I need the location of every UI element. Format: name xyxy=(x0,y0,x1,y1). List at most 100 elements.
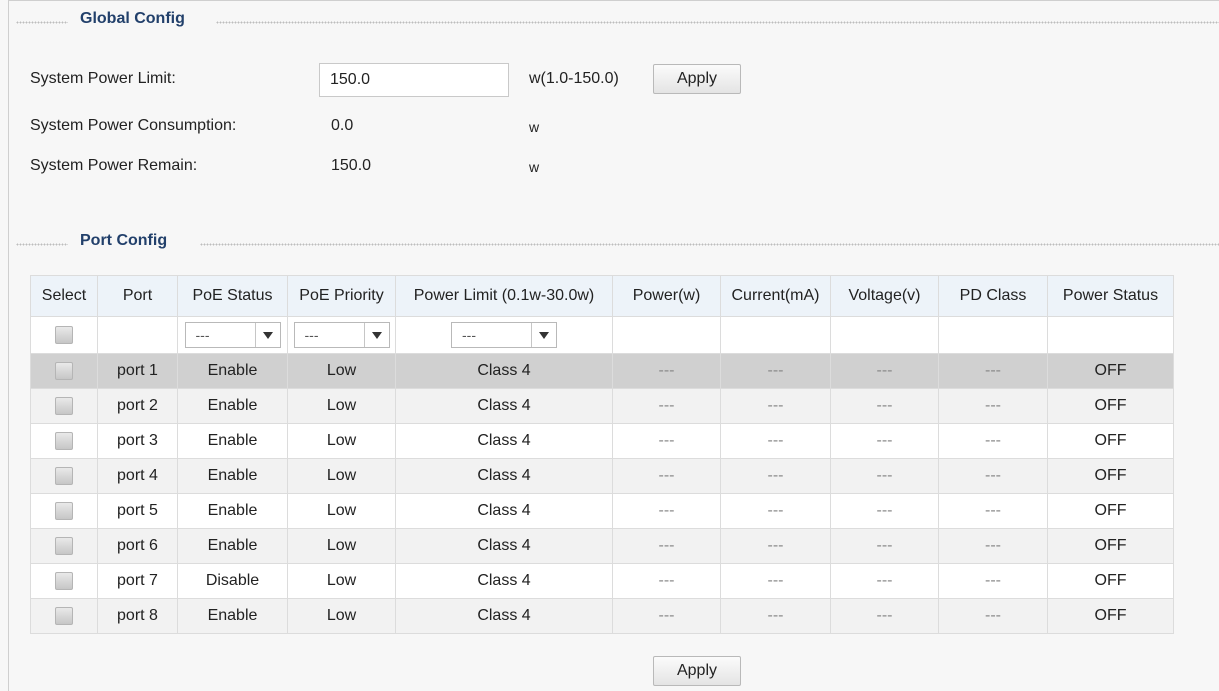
row-select-cell xyxy=(30,493,98,529)
cell-port: port 7 xyxy=(97,563,178,599)
cell-power-limit: Class 4 xyxy=(395,458,613,494)
row-select-checkbox[interactable] xyxy=(55,501,73,520)
cell-priority: Low xyxy=(287,528,396,564)
system-power-limit-label: System Power Limit: xyxy=(30,70,176,87)
global-config-header: Global Config xyxy=(8,10,1219,34)
system-power-consumption-label: System Power Consumption: xyxy=(30,117,237,134)
cell-pd-class: --- xyxy=(938,563,1048,599)
cell-priority: Low xyxy=(287,353,396,389)
cell-priority: Low xyxy=(287,458,396,494)
cell-current: --- xyxy=(720,388,831,424)
cell-port: port 4 xyxy=(97,458,178,494)
cell-pd-class: --- xyxy=(938,353,1048,389)
cell-poe-status: Enable xyxy=(177,528,288,564)
port-apply-button[interactable]: Apply xyxy=(653,656,741,686)
filter-cell-empty xyxy=(612,316,721,354)
table-row[interactable]: port 3 Enable Low Class 4 --- --- --- --- OFF xyxy=(30,423,1174,459)
cell-power-status: OFF xyxy=(1047,563,1174,599)
remain-unit: w xyxy=(529,159,540,175)
global-config-title: Global Config xyxy=(80,10,185,27)
cell-voltage: --- xyxy=(830,598,939,634)
cell-power: --- xyxy=(612,528,721,564)
cell-voltage: --- xyxy=(830,493,939,529)
filter-cell-empty xyxy=(97,316,178,354)
row-select-checkbox[interactable] xyxy=(55,361,73,380)
cell-port: port 3 xyxy=(97,423,178,459)
system-power-limit-input[interactable] xyxy=(319,63,509,97)
chevron-down-icon xyxy=(254,323,280,347)
cell-power-status: OFF xyxy=(1047,493,1174,529)
cell-pd-class: --- xyxy=(938,598,1048,634)
cell-power-status: OFF xyxy=(1047,458,1174,494)
table-row[interactable]: port 2 Enable Low Class 4 --- --- --- --- OFF xyxy=(30,388,1174,424)
header-divider xyxy=(200,243,1219,246)
port-config-table: Select Port PoE Status PoE Priority Powe… xyxy=(30,275,1174,634)
poe-priority-select[interactable]: --- xyxy=(293,322,390,348)
cell-voltage: --- xyxy=(830,528,939,564)
cell-power-status: OFF xyxy=(1047,528,1174,564)
table-row[interactable]: port 8 Enable Low Class 4 --- --- --- --- OFF xyxy=(30,598,1174,634)
row-select-checkbox[interactable] xyxy=(55,396,73,415)
cell-current: --- xyxy=(720,353,831,389)
port-config-header: Port Config xyxy=(8,232,1219,256)
cell-power-limit: Class 4 xyxy=(395,353,613,389)
cell-power-limit: Class 4 xyxy=(395,493,613,529)
chevron-down-icon xyxy=(531,323,556,347)
row-select-cell xyxy=(30,528,98,564)
filter-cell-empty xyxy=(938,316,1048,354)
port-config-title: Port Config xyxy=(80,232,168,249)
cell-port: port 8 xyxy=(97,598,178,634)
row-select-cell xyxy=(30,423,98,459)
cell-poe-status: Enable xyxy=(177,388,288,424)
cell-poe-status: Enable xyxy=(177,353,288,389)
cell-priority: Low xyxy=(287,388,396,424)
column-header-voltage: Voltage(v) xyxy=(830,275,939,317)
cell-current: --- xyxy=(720,458,831,494)
row-select-checkbox[interactable] xyxy=(55,571,73,590)
cell-power-limit: Class 4 xyxy=(395,423,613,459)
row-select-cell xyxy=(30,458,98,494)
cell-voltage: --- xyxy=(830,563,939,599)
select-all-cell xyxy=(30,316,98,354)
cell-pd-class: --- xyxy=(938,423,1048,459)
filter-cell-power-limit: --- xyxy=(395,316,613,354)
chevron-down-icon xyxy=(363,323,389,347)
row-select-checkbox[interactable] xyxy=(55,466,73,485)
table-row[interactable]: port 7 Disable Low Class 4 --- --- --- --- OFF xyxy=(30,563,1174,599)
cell-pd-class: --- xyxy=(938,528,1048,564)
system-power-remain-value: 150.0 xyxy=(331,157,372,174)
row-select-checkbox[interactable] xyxy=(55,536,73,555)
cell-poe-status: Disable xyxy=(177,563,288,599)
table-row[interactable]: port 5 Enable Low Class 4 --- --- --- --- OFF xyxy=(30,493,1174,529)
row-select-checkbox[interactable] xyxy=(55,431,73,450)
row-select-cell xyxy=(30,598,98,634)
power-limit-select-value: --- xyxy=(462,327,476,343)
cell-voltage: --- xyxy=(830,423,939,459)
column-header-pd-class: PD Class xyxy=(938,275,1048,317)
select-all-checkbox[interactable] xyxy=(55,325,73,344)
column-header-power: Power(w) xyxy=(612,275,721,317)
column-header-poe-status: PoE Status xyxy=(177,275,288,317)
cell-power-status: OFF xyxy=(1047,388,1174,424)
cell-power: --- xyxy=(612,598,721,634)
table-row[interactable]: port 6 Enable Low Class 4 --- --- --- --- OFF xyxy=(30,528,1174,564)
row-select-checkbox[interactable] xyxy=(55,606,73,625)
row-select-cell xyxy=(30,388,98,424)
table-row[interactable]: port 4 Enable Low Class 4 --- --- --- --- OFF xyxy=(30,458,1174,494)
cell-poe-status: Enable xyxy=(177,598,288,634)
global-apply-button[interactable]: Apply xyxy=(653,64,741,94)
table-filter-row: --- --- --- xyxy=(30,316,1174,354)
cell-voltage: --- xyxy=(830,353,939,389)
cell-power-status: OFF xyxy=(1047,598,1174,634)
system-power-remain-label: System Power Remain: xyxy=(30,157,198,174)
power-limit-select[interactable]: --- xyxy=(451,322,557,348)
system-power-consumption-value: 0.0 xyxy=(331,117,354,134)
cell-port: port 1 xyxy=(97,353,178,389)
filter-cell-poe-priority: --- xyxy=(287,316,396,354)
table-row[interactable]: port 1 Enable Low Class 4 --- --- --- --- OFF xyxy=(30,353,1174,389)
column-header-current: Current(mA) xyxy=(720,275,831,317)
poe-status-select[interactable]: --- xyxy=(184,322,281,348)
cell-poe-status: Enable xyxy=(177,458,288,494)
cell-pd-class: --- xyxy=(938,458,1048,494)
cell-current: --- xyxy=(720,528,831,564)
